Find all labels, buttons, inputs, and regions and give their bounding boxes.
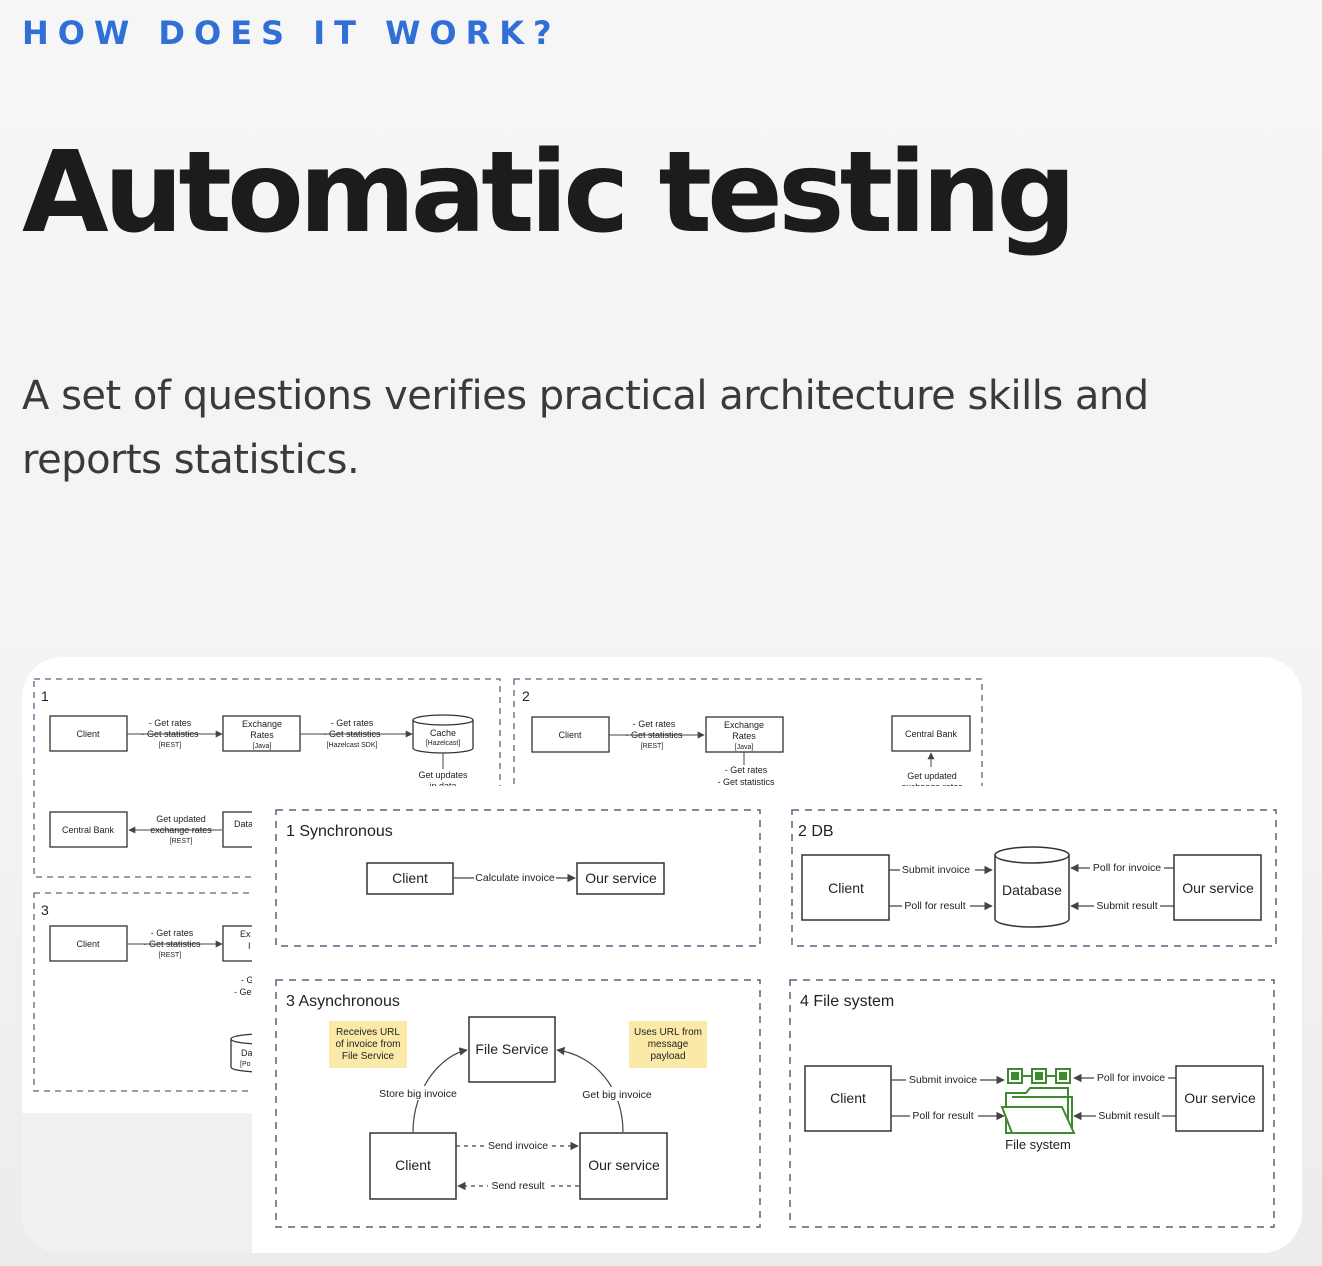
- back-box-label: Exchange: [242, 719, 282, 729]
- back-database-tag: [Po: [240, 1061, 251, 1068]
- sticky-note-text: File Service: [342, 1051, 395, 1062]
- sticky-note-text: payload: [650, 1051, 685, 1062]
- back-edge-label: - Get rates: [149, 718, 192, 728]
- back-edge-label: - Get statistics: [625, 730, 683, 740]
- back-edge-label: - Get rates: [633, 719, 676, 729]
- sticky-note-text: of invoice from: [335, 1039, 400, 1050]
- async-client-label: Client: [395, 1157, 431, 1173]
- db-client-label: Client: [828, 880, 864, 896]
- back-edge-label: - Get statistics: [141, 729, 199, 739]
- async-edge-label: Store big invoice: [379, 1088, 457, 1100]
- sticky-note-text: Uses URL from: [634, 1027, 702, 1038]
- async-panel-title: 3 Asynchronous: [286, 993, 400, 1010]
- file-system-folder-icon: [1000, 1068, 1076, 1134]
- sticky-note-text: message: [648, 1039, 689, 1050]
- fs-panel-title: 4 File system: [800, 993, 894, 1010]
- back-central-bank-label: Central Bank: [905, 729, 958, 739]
- back-client-label: Client: [76, 729, 100, 739]
- back-edge-label: Get updated: [907, 771, 957, 781]
- db-panel-title: 2 DB: [798, 823, 834, 840]
- back-panel-1-number: 1: [41, 688, 49, 704]
- sticky-note-text: Receives URL: [336, 1027, 400, 1038]
- back-box-label: Rates: [732, 731, 756, 741]
- fs-edge-label: Poll for invoice: [1097, 1072, 1165, 1084]
- back-edge-label: - Get statistics: [717, 777, 775, 787]
- back-edge-tag: [REST]: [641, 743, 664, 750]
- sync-panel-title: 1 Synchronous: [286, 823, 393, 840]
- back-box-label: I: [248, 941, 251, 951]
- back-edge-label: - Get statistics: [143, 939, 201, 949]
- async-file-service-label: File Service: [475, 1041, 548, 1057]
- back-panel-2-number: 2: [522, 688, 530, 704]
- back-box-label: Exchange: [724, 720, 764, 730]
- page-description: A set of questions verifies practical ar…: [22, 373, 1149, 483]
- back-box-tag: [Java]: [253, 743, 272, 750]
- back-edge-label: - Get rates: [725, 765, 768, 775]
- back-box-label: Ex: [240, 929, 251, 939]
- fs-file-system-label: File system: [1005, 1137, 1071, 1152]
- back-panel-3-number: 3: [41, 902, 49, 918]
- back-edge-tag: [REST]: [159, 952, 182, 959]
- back-client-label: Client: [558, 730, 582, 740]
- back-box-tag: [Java]: [735, 744, 754, 751]
- fs-edge-label: Poll for result: [912, 1110, 973, 1122]
- back-edge-label: - Get statistics: [323, 729, 381, 739]
- fs-edge-label: Submit invoice: [909, 1074, 977, 1086]
- fs-service-label: Our service: [1184, 1090, 1256, 1106]
- sync-edge-label: Calculate invoice: [475, 872, 555, 884]
- back-data-label: Data: [234, 819, 253, 829]
- async-service-label: Our service: [588, 1157, 660, 1173]
- architecture-diagram-screenshot: 1 Client - Get rates - Get statistics [R…: [33, 678, 1302, 1253]
- back-edge-label: - G: [241, 975, 254, 985]
- async-edge-label: Get big invoice: [582, 1089, 652, 1101]
- db-edge-label: Poll for result: [904, 900, 965, 912]
- fs-client-label: Client: [830, 1090, 866, 1106]
- back-cache-tag: [Hazelcast]: [426, 740, 461, 747]
- back-cache-label: Cache: [430, 728, 456, 738]
- back-edge-tag: [REST]: [159, 742, 182, 749]
- sync-client-label: Client: [392, 870, 428, 886]
- section-eyebrow: HOW DOES IT WORK?: [22, 14, 561, 52]
- db-edge-label: Submit result: [1096, 900, 1157, 912]
- async-edge-label: Send result: [491, 1180, 544, 1192]
- diagram-card: 1 Client - Get rates - Get statistics [R…: [22, 657, 1302, 1253]
- back-edge-label: exchange rates: [150, 825, 212, 835]
- back-central-bank-label: Central Bank: [62, 825, 115, 835]
- back-client-label: Client: [76, 939, 100, 949]
- back-edge-tag: [Hazelcast SDK]: [327, 742, 378, 749]
- db-edge-label: Submit invoice: [902, 864, 970, 876]
- back-edge-label: - Get rates: [331, 718, 374, 728]
- page-title: Automatic testing: [22, 128, 1076, 258]
- back-edge-label: Get updated: [156, 814, 206, 824]
- db-service-label: Our service: [1182, 880, 1254, 896]
- back-database-label: Da: [241, 1048, 253, 1058]
- sync-service-label: Our service: [585, 870, 657, 886]
- back-edge-label: - Get: [234, 987, 255, 997]
- db-edge-label: Poll for invoice: [1093, 862, 1161, 874]
- back-edge-label: Get updates: [418, 770, 468, 780]
- back-box-label: Rates: [250, 730, 274, 740]
- back-edge-tag: [REST]: [170, 838, 193, 845]
- db-database-label: Database: [1002, 882, 1062, 898]
- back-edge-label: - Get rates: [151, 928, 194, 938]
- fs-edge-label: Submit result: [1098, 1110, 1159, 1122]
- async-edge-label: Send invoice: [488, 1140, 548, 1152]
